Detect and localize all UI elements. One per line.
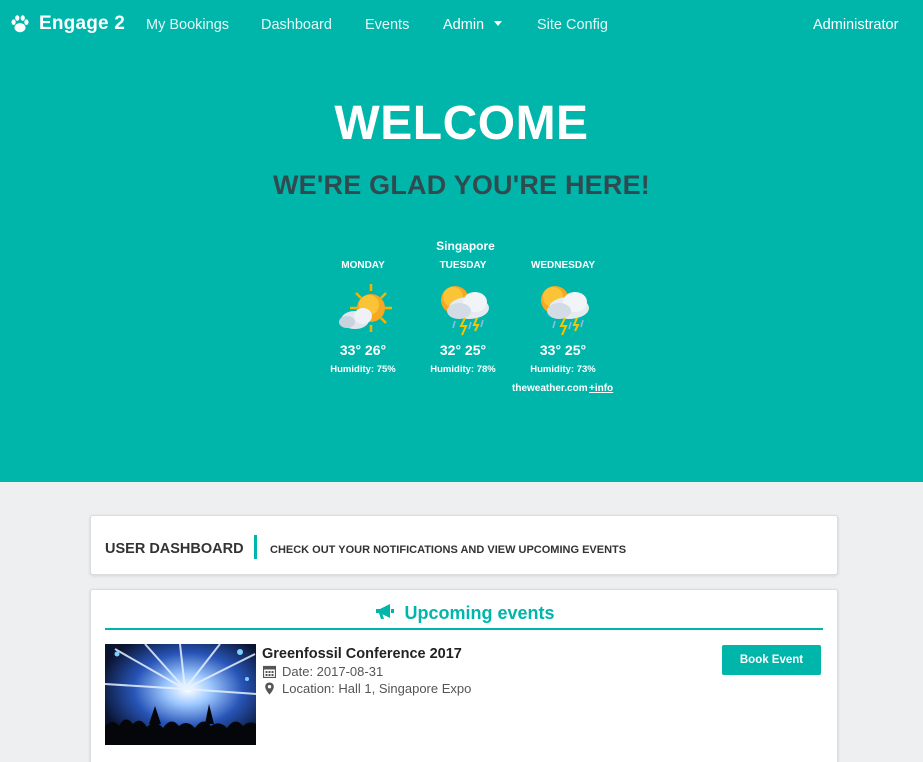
weather-humidity: Humidity: 78% bbox=[430, 364, 496, 375]
weather-humidity: Humidity: 75% bbox=[330, 364, 396, 375]
event-date: Date: 2017-08-31 bbox=[263, 664, 383, 679]
header-underline bbox=[105, 628, 823, 630]
caret-down-icon bbox=[494, 21, 503, 26]
nav-dashboard[interactable]: Dashboard bbox=[261, 17, 332, 33]
weather-temp: 33° 25° bbox=[539, 342, 587, 358]
event-title[interactable]: Greenfossil Conference 2017 bbox=[262, 646, 462, 662]
paw-icon bbox=[11, 15, 29, 33]
nav-user-menu[interactable]: Administrator bbox=[813, 17, 898, 33]
map-marker-icon bbox=[265, 682, 274, 695]
event-location: Location: Hall 1, Singapore Expo bbox=[263, 681, 471, 696]
weather-day-name: TUESDAY bbox=[439, 260, 487, 271]
upcoming-events-card: Upcoming events Greenfossil Conference 2… bbox=[90, 589, 838, 762]
nav-site-config[interactable]: Site Config bbox=[537, 17, 608, 33]
book-event-button[interactable]: Book Event bbox=[722, 645, 821, 675]
dashboard-divider bbox=[254, 535, 257, 559]
dashboard-title: USER DASHBOARD bbox=[105, 541, 244, 557]
user-dashboard-card: USER DASHBOARD CHECK OUT YOUR NOTIFICATI… bbox=[90, 515, 838, 575]
weather-temp: 33° 26° bbox=[339, 342, 387, 358]
dashboard-subtitle: CHECK OUT YOUR NOTIFICATIONS AND VIEW UP… bbox=[270, 544, 627, 556]
brand-link[interactable]: Engage 2 bbox=[9, 13, 125, 35]
calendar-icon bbox=[263, 665, 276, 678]
brand-name: Engage 2 bbox=[39, 13, 126, 34]
upcoming-events-title: Upcoming events bbox=[404, 603, 555, 623]
nav-admin-dropdown[interactable]: Admin bbox=[443, 17, 503, 33]
sun-cloud-icon bbox=[339, 284, 392, 332]
thunderstorm-icon bbox=[441, 286, 489, 336]
weather-credit-link[interactable]: theweather.com bbox=[512, 383, 588, 394]
weather-city: Singapore bbox=[436, 239, 495, 253]
nav-events[interactable]: Events bbox=[365, 17, 409, 33]
event-date-text: Date: 2017-08-31 bbox=[282, 664, 384, 679]
event-thumbnail[interactable] bbox=[105, 644, 256, 745]
megaphone-icon bbox=[376, 604, 395, 619]
weather-day-name: WEDNESDAY bbox=[530, 260, 596, 271]
weather-day-name: MONDAY bbox=[341, 260, 385, 271]
top-navbar: Engage 2 My Bookings Dashboard Events Ad… bbox=[0, 0, 923, 50]
weather-more-info-link[interactable]: +info bbox=[589, 383, 613, 394]
weather-temp: 32° 25° bbox=[439, 342, 487, 358]
weather-humidity: Humidity: 73% bbox=[530, 364, 596, 375]
nav-admin-label: Admin bbox=[443, 17, 485, 33]
nav-my-bookings[interactable]: My Bookings bbox=[146, 17, 229, 33]
event-location-text: Location: Hall 1, Singapore Expo bbox=[282, 681, 472, 696]
welcome-title: WELCOME bbox=[334, 97, 589, 150]
thunderstorm-icon bbox=[541, 286, 589, 336]
upcoming-events-header: Upcoming events bbox=[91, 603, 839, 624]
concert-image bbox=[105, 644, 256, 745]
welcome-subtitle: WE'RE GLAD YOU'RE HERE! bbox=[273, 170, 650, 200]
